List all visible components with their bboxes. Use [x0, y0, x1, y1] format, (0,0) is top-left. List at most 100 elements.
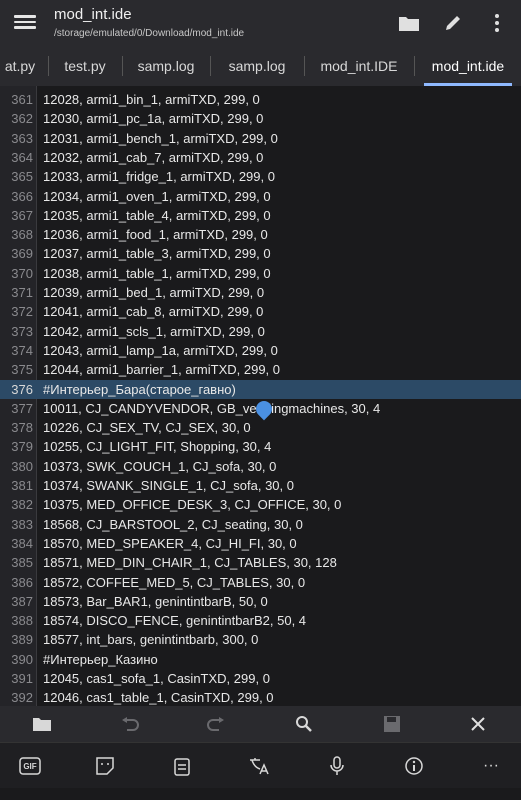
code-line[interactable]: 366 12034, armi1_oven_1, armiTXD, 299, 0 — [0, 187, 521, 206]
line-text[interactable]: 18574, DISCO_FENCE, genintintbarB2, 50, … — [43, 611, 306, 630]
line-text[interactable]: 10226, CJ_SEX_TV, CJ_SEX, 30, 0 — [43, 418, 251, 437]
line-text[interactable]: 10373, SWK_COUCH_1, CJ_sofa, 30, 0 — [43, 457, 276, 476]
line-text[interactable]: 10255, CJ_LIGHT_FIT, Shopping, 30, 4 — [43, 437, 271, 456]
sticker-icon[interactable] — [92, 753, 118, 779]
pencil-icon[interactable] — [440, 10, 466, 36]
mic-icon[interactable] — [324, 753, 350, 779]
code-line[interactable]: 374 12043, armi1_lamp_1a, armiTXD, 299, 0 — [0, 341, 521, 360]
code-line[interactable]: 373 12042, armi1_scls_1, armiTXD, 299, 0 — [0, 322, 521, 341]
undo-icon[interactable] — [118, 712, 142, 736]
line-text[interactable]: 12037, armi1_table_3, armiTXD, 299, 0 — [43, 244, 271, 263]
code-line[interactable]: 387 18573, Bar_BAR1, genintintbarB, 50, 0 — [0, 592, 521, 611]
line-text[interactable]: 12028, armi1_bin_1, armiTXD, 299, 0 — [43, 90, 260, 109]
code-line[interactable]: 365 12033, armi1_fridge_1, armiTXD, 299, … — [0, 167, 521, 186]
tab-samp-log-2[interactable]: samp.log — [212, 46, 302, 86]
code-line[interactable]: 375 12044, armi1_barrier_1, armiTXD, 299,… — [0, 360, 521, 379]
line-text[interactable]: 18568, CJ_BARSTOOL_2, CJ_seating, 30, 0 — [43, 515, 303, 534]
code-line[interactable]: 361 12028, armi1_bin_1, armiTXD, 299, 0 — [0, 90, 521, 109]
line-number: 367 — [11, 207, 33, 223]
line-number: 392 — [11, 690, 33, 706]
line-text[interactable]: 18577, int_bars, genintintbarb, 300, 0 — [43, 630, 258, 649]
code-line[interactable]: 367 12035, armi1_table_4, armiTXD, 299, 0 — [0, 206, 521, 225]
menu-icon[interactable] — [14, 12, 36, 32]
more-horiz-icon[interactable]: ··· — [478, 753, 504, 779]
line-text[interactable]: 12031, armi1_bench_1, armiTXD, 299, 0 — [43, 129, 278, 148]
code-line[interactable]: 380 10373, SWK_COUCH_1, CJ_sofa, 30, 0 — [0, 457, 521, 476]
line-text[interactable]: 12039, armi1_bed_1, armiTXD, 299, 0 — [43, 283, 264, 302]
line-number: 380 — [11, 458, 33, 474]
code-line[interactable]: 370 12038, armi1_table_1, armiTXD, 299, 0 — [0, 264, 521, 283]
line-text[interactable]: 18570, MED_SPEAKER_4, CJ_HI_FI, 30, 0 — [43, 534, 297, 553]
line-text[interactable]: 10375, MED_OFFICE_DESK_3, CJ_OFFICE, 30,… — [43, 495, 341, 514]
code-line[interactable]: 391 12045, cas1_sofa_1, CasinTXD, 299, 0 — [0, 669, 521, 688]
code-line[interactable]: 384 18570, MED_SPEAKER_4, CJ_HI_FI, 30, 0 — [0, 534, 521, 553]
code-line[interactable]: 362 12030, armi1_pc_1a, armiTXD, 299, 0 — [0, 109, 521, 128]
line-text[interactable]: 12032, armi1_cab_7, armiTXD, 299, 0 — [43, 148, 263, 167]
line-text[interactable]: 12043, armi1_lamp_1a, armiTXD, 299, 0 — [43, 341, 278, 360]
gif-label: GIF — [23, 761, 37, 771]
line-text[interactable]: 12046, cas1_table_1, CasinTXD, 299, 0 — [43, 688, 274, 706]
line-text[interactable]: 12045, cas1_sofa_1, CasinTXD, 299, 0 — [43, 669, 270, 688]
gif-icon[interactable]: GIF — [17, 753, 43, 779]
folder-icon[interactable] — [396, 10, 422, 36]
search-icon[interactable] — [292, 712, 316, 736]
code-line[interactable]: 385 18571, MED_DIN_CHAIR_1, CJ_TABLES, 30… — [0, 553, 521, 572]
bottom-strip — [0, 788, 521, 800]
line-text[interactable]: 12038, armi1_table_1, armiTXD, 299, 0 — [43, 264, 271, 283]
line-text[interactable]: 12034, armi1_oven_1, armiTXD, 299, 0 — [43, 187, 271, 206]
close-icon[interactable] — [466, 712, 490, 736]
line-text[interactable]: 10374, SWANK_SINGLE_1, CJ_sofa, 30, 0 — [43, 476, 294, 495]
line-number: 386 — [11, 574, 33, 590]
code-line[interactable]: 390 #Интерьер_Казино — [0, 650, 521, 669]
tab-mod-int-IDE[interactable]: mod_int.IDE — [306, 46, 412, 86]
code-line[interactable]: 386 18572, COFFEE_MED_5, CJ_TABLES, 30, 0 — [0, 573, 521, 592]
more-vert-icon[interactable] — [484, 10, 510, 36]
code-line[interactable]: 389 18577, int_bars, genintintbarb, 300, … — [0, 630, 521, 649]
code-line[interactable]: 372 12041, armi1_cab_8, armiTXD, 299, 0 — [0, 302, 521, 321]
line-text[interactable]: 18573, Bar_BAR1, genintintbarB, 50, 0 — [43, 592, 268, 611]
code-line[interactable]: 369 12037, armi1_table_3, armiTXD, 299, 0 — [0, 244, 521, 263]
code-line[interactable]: 379 10255, CJ_LIGHT_FIT, Shopping, 30, 4 — [0, 437, 521, 456]
code-line[interactable]: 364 12032, armi1_cab_7, armiTXD, 299, 0 — [0, 148, 521, 167]
line-number: 374 — [11, 342, 33, 358]
info-icon[interactable] — [401, 753, 427, 779]
line-text[interactable]: 18572, COFFEE_MED_5, CJ_TABLES, 30, 0 — [43, 573, 305, 592]
line-number: 376 — [11, 381, 33, 397]
code-line[interactable]: 392 12046, cas1_table_1, CasinTXD, 299, 0 — [0, 688, 521, 706]
code-line[interactable]: 363 12031, armi1_bench_1, armiTXD, 299, 0 — [0, 129, 521, 148]
code-line[interactable]: 378 10226, CJ_SEX_TV, CJ_SEX, 30, 0 — [0, 418, 521, 437]
line-text[interactable]: #Интерьер_Бара(старое_гавно) — [43, 380, 236, 399]
line-number: 365 — [11, 169, 33, 185]
line-text[interactable]: #Интерьер_Казино — [43, 650, 158, 669]
folder-icon[interactable] — [30, 712, 54, 736]
line-number: 389 — [11, 632, 33, 648]
line-number: 369 — [11, 246, 33, 262]
line-number: 379 — [11, 439, 33, 455]
code-line[interactable]: 382 10375, MED_OFFICE_DESK_3, CJ_OFFICE, … — [0, 495, 521, 514]
code-line[interactable]: 371 12039, armi1_bed_1, armiTXD, 299, 0 — [0, 283, 521, 302]
code-line[interactable]: 388 18574, DISCO_FENCE, genintintbarB2, 5… — [0, 611, 521, 630]
line-text[interactable]: 12035, armi1_table_4, armiTXD, 299, 0 — [43, 206, 271, 225]
line-number: 382 — [11, 497, 33, 513]
tab-samp-log-1[interactable]: samp.log — [124, 46, 208, 86]
line-text[interactable]: 12042, armi1_scls_1, armiTXD, 299, 0 — [43, 322, 265, 341]
line-text[interactable]: 12036, armi1_food_1, armiTXD, 299, 0 — [43, 225, 268, 244]
code-line[interactable]: 368 12036, armi1_food_1, armiTXD, 299, 0 — [0, 225, 521, 244]
tab-mod-int-ide[interactable]: mod_int.ide — [416, 46, 520, 86]
line-text[interactable]: 18571, MED_DIN_CHAIR_1, CJ_TABLES, 30, 1… — [43, 553, 337, 572]
line-text[interactable]: 12041, armi1_cab_8, armiTXD, 299, 0 — [43, 302, 263, 321]
translate-icon[interactable] — [246, 753, 272, 779]
code-line[interactable]: 383 18568, CJ_BARSTOOL_2, CJ_seating, 30,… — [0, 515, 521, 534]
redo-icon[interactable] — [204, 712, 228, 736]
tab-at-py[interactable]: at.py — [0, 46, 48, 86]
clipboard-icon[interactable] — [169, 753, 195, 779]
line-text[interactable]: 12033, armi1_fridge_1, armiTXD, 299, 0 — [43, 167, 275, 186]
save-icon[interactable] — [380, 712, 404, 736]
line-text[interactable]: 10011, CJ_CANDYVENDOR, GB_vendingmachine… — [43, 399, 380, 418]
code-line[interactable]: 376 #Интерьер_Бара(старое_гавно) — [0, 379, 521, 399]
code-editor[interactable]: 361 12028, armi1_bin_1, armiTXD, 299, 0 36… — [0, 86, 521, 706]
tab-test-py[interactable]: test.py — [50, 46, 120, 86]
line-text[interactable]: 12044, armi1_barrier_1, armiTXD, 299, 0 — [43, 360, 280, 379]
code-line[interactable]: 381 10374, SWANK_SINGLE_1, CJ_sofa, 30, 0 — [0, 476, 521, 495]
line-text[interactable]: 12030, armi1_pc_1a, armiTXD, 299, 0 — [43, 109, 263, 128]
